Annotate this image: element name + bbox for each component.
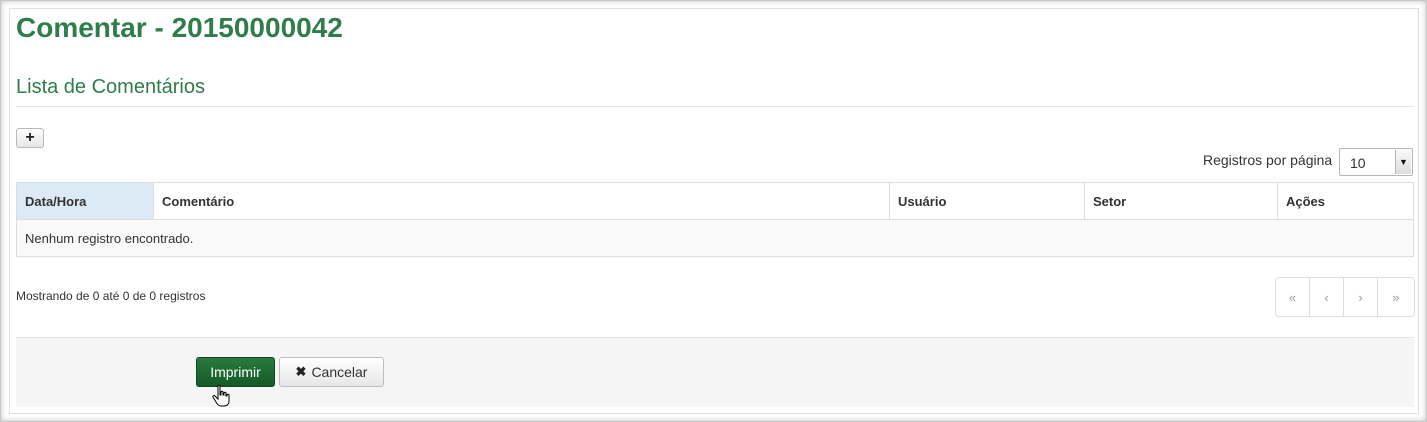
- prev-page-button[interactable]: ‹: [1310, 278, 1344, 316]
- per-page-select[interactable]: 10 ▼: [1339, 148, 1413, 176]
- plus-icon: +: [25, 129, 35, 146]
- per-page-label: Registros por página: [1203, 152, 1333, 168]
- next-page-button[interactable]: ›: [1344, 278, 1378, 316]
- print-button[interactable]: Imprimir: [196, 357, 275, 387]
- records-info: Mostrando de 0 até 0 de 0 registros: [16, 289, 206, 303]
- comments-table: Data/Hora Comentário Usuário Setor Ações…: [16, 182, 1414, 257]
- header-usuario[interactable]: Usuário: [889, 182, 1085, 220]
- add-comment-button[interactable]: +: [16, 128, 44, 148]
- section-divider: [16, 106, 1414, 107]
- header-acoes: Ações: [1277, 182, 1414, 220]
- cancel-button[interactable]: ✖ Cancelar: [279, 357, 384, 387]
- empty-message: Nenhum registro encontrado.: [16, 219, 1414, 257]
- per-page-value: 10: [1350, 155, 1366, 171]
- header-comentario[interactable]: Comentário: [153, 182, 890, 220]
- hand-pointer-icon: [212, 384, 230, 407]
- header-setor[interactable]: Setor: [1084, 182, 1278, 220]
- section-title: Lista de Comentários: [16, 76, 205, 98]
- first-page-button[interactable]: «: [1276, 278, 1310, 316]
- cancel-label: Cancelar: [311, 364, 368, 380]
- table-header-row: Data/Hora Comentário Usuário Setor Ações: [16, 182, 1414, 220]
- times-icon: ✖: [295, 364, 307, 379]
- header-data-hora[interactable]: Data/Hora: [16, 182, 154, 220]
- table-row: Nenhum registro encontrado.: [16, 219, 1414, 257]
- pagination: « ‹ › »: [1275, 277, 1415, 317]
- chevron-down-icon[interactable]: ▼: [1395, 150, 1411, 174]
- page-title: Comentar - 20150000042: [16, 12, 343, 43]
- last-page-button[interactable]: »: [1378, 278, 1414, 316]
